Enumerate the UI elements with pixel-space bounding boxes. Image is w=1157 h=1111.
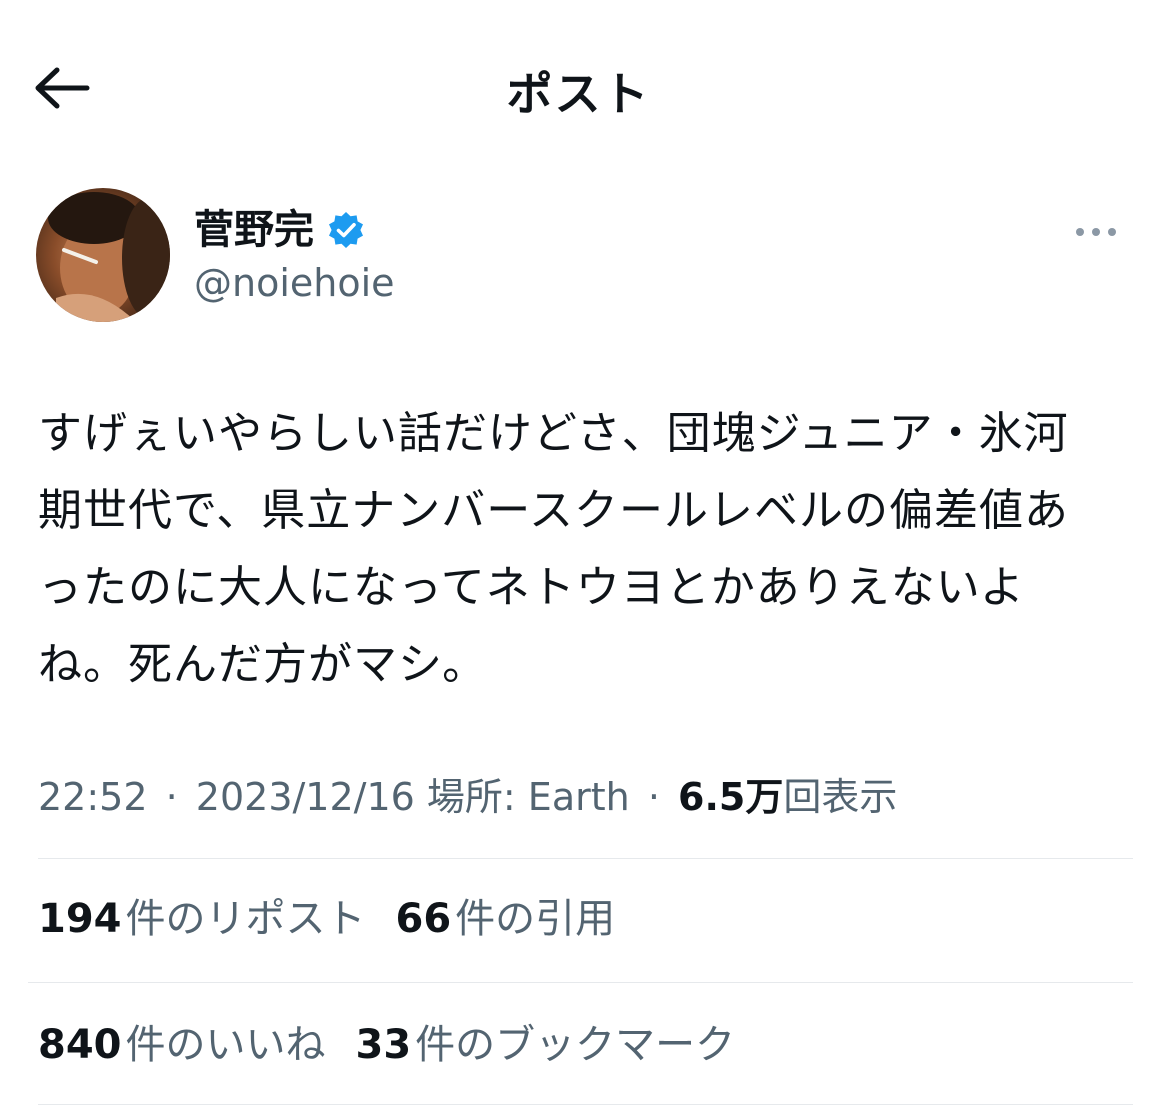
post-date[interactable]: 2023/12/16 <box>196 775 415 819</box>
like-bookmark-stats: 840 件のいいね 33 件のブックマーク <box>38 1018 765 1072</box>
post-author: 菅野完 @noiehoie <box>36 188 1126 328</box>
top-bar: ポスト <box>0 0 1157 170</box>
divider <box>28 982 1133 983</box>
avatar-image <box>36 188 170 322</box>
views-count: 6.5万 <box>678 775 784 819</box>
display-name: 菅野完 <box>194 207 314 253</box>
more-options-button[interactable] <box>1066 212 1126 252</box>
ellipsis-icon <box>1076 228 1116 236</box>
meta-separator: · <box>165 775 178 819</box>
divider <box>38 1104 1133 1105</box>
reposts-stat[interactable]: 194 件のリポスト <box>38 892 366 946</box>
views-label: 回表示 <box>783 775 898 819</box>
reposts-count: 194 <box>38 896 122 942</box>
bookmarks-label: 件のブックマーク <box>415 1022 736 1068</box>
post-location: 場所: Earth <box>426 775 630 819</box>
reposts-label: 件のリポスト <box>125 896 366 942</box>
verified-badge-icon <box>329 212 363 248</box>
post-time[interactable]: 22:52 <box>38 775 148 819</box>
likes-count: 840 <box>38 1022 122 1068</box>
divider <box>38 858 1133 859</box>
user-handle[interactable]: @noiehoie <box>194 260 395 306</box>
likes-label: 件のいいね <box>125 1022 326 1068</box>
post-text-line: すげぇいやらしい話だけどさ、団塊ジュニア・氷河 <box>38 408 1069 459</box>
quotes-count: 66 <box>395 896 452 942</box>
likes-stat[interactable]: 840 件のいいね <box>38 1018 326 1072</box>
post-text-line: ったのに大人になってネトウヨとかありえないよ <box>38 562 1025 613</box>
display-name-link[interactable]: 菅野完 <box>194 206 366 254</box>
post-meta: 22:52 · 2023/12/16 場所: Earth · 6.5万回表示 <box>38 770 1133 824</box>
bookmarks-count: 33 <box>355 1022 412 1068</box>
quotes-stat[interactable]: 66 件の引用 <box>396 892 616 946</box>
post-text-line: 期世代で、県立ナンバースクールレベルの偏差値あ <box>38 485 1070 536</box>
meta-separator: · <box>647 775 660 819</box>
bookmarks-stat[interactable]: 33 件のブックマーク <box>356 1018 736 1072</box>
post-text-line: ね。死んだ方がマシ。 <box>38 639 488 690</box>
post-text: すげぇいやらしい話だけどさ、団塊ジュニア・氷河 期世代で、県立ナンバースクールレ… <box>38 395 1133 703</box>
repost-quote-stats: 194 件のリポスト 66 件の引用 <box>38 892 645 946</box>
page-title: ポスト <box>506 67 651 121</box>
avatar[interactable] <box>36 188 170 322</box>
quotes-label: 件の引用 <box>455 896 616 942</box>
